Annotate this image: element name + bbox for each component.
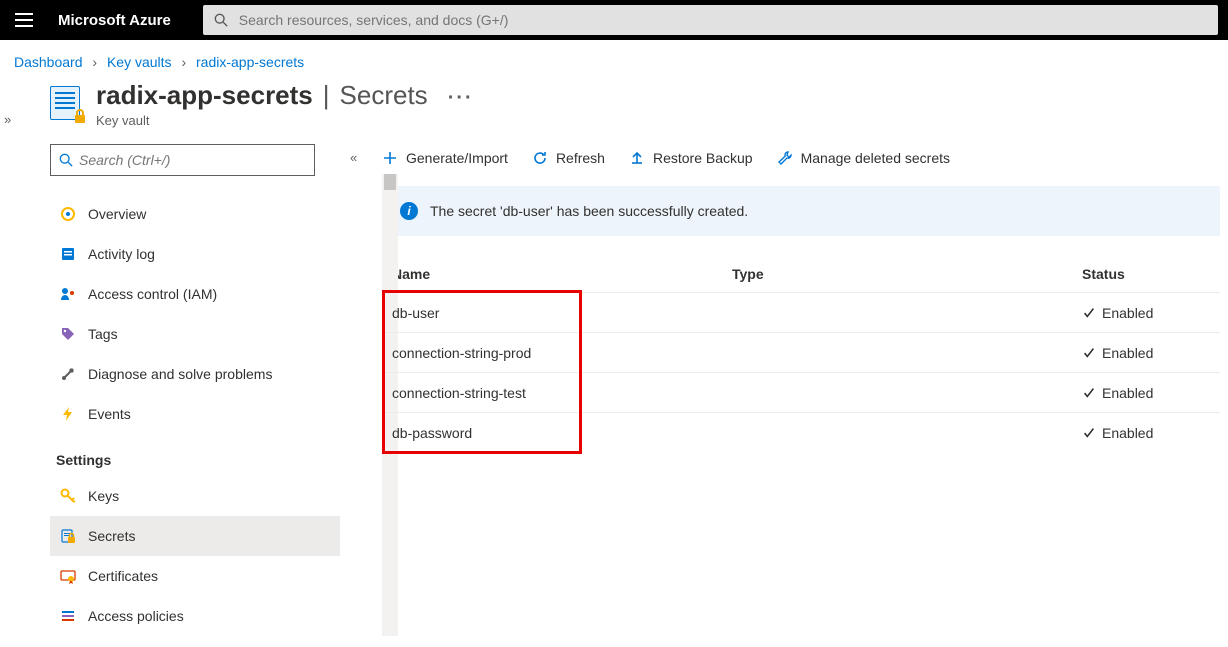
breadcrumb-current[interactable]: radix-app-secrets bbox=[196, 54, 304, 70]
toolbar: Generate/Import Refresh Restore Backup M… bbox=[382, 144, 1220, 180]
table-row[interactable]: db-user Enabled bbox=[382, 292, 1220, 332]
sidebar-item-diagnose[interactable]: Diagnose and solve problems bbox=[50, 354, 340, 394]
chevron-right-icon: › bbox=[92, 54, 97, 70]
global-search[interactable] bbox=[203, 5, 1218, 35]
success-notification: i The secret 'db-user' has been successf… bbox=[382, 186, 1220, 236]
keyvault-icon bbox=[50, 86, 84, 120]
chevron-right-icon: › bbox=[181, 54, 186, 70]
toolbar-label: Restore Backup bbox=[653, 150, 753, 166]
breadcrumb-keyvaults[interactable]: Key vaults bbox=[107, 54, 172, 70]
expand-left-panel-button[interactable]: » bbox=[4, 112, 11, 127]
sidebar-search-input[interactable] bbox=[79, 152, 306, 168]
plus-icon bbox=[382, 150, 398, 166]
activity-log-icon bbox=[56, 246, 80, 262]
sidebar-item-label: Access policies bbox=[88, 608, 184, 624]
secret-status: Enabled bbox=[1082, 425, 1220, 441]
notification-message: The secret 'db-user' has been successful… bbox=[430, 203, 748, 219]
breadcrumb-dashboard[interactable]: Dashboard bbox=[14, 54, 83, 70]
page-subtitle: Key vault bbox=[96, 113, 474, 128]
secrets-icon bbox=[56, 528, 80, 544]
secret-name: connection-string-prod bbox=[382, 345, 732, 361]
hamburger-menu-button[interactable] bbox=[0, 0, 48, 40]
secret-status: Enabled bbox=[1082, 345, 1220, 361]
overview-icon bbox=[56, 206, 80, 222]
sidebar-item-keys[interactable]: Keys bbox=[50, 476, 340, 516]
sidebar-item-label: Activity log bbox=[88, 246, 155, 262]
page-title: radix-app-secrets bbox=[96, 80, 313, 111]
column-header-type[interactable]: Type bbox=[732, 266, 1082, 282]
sidebar-item-label: Secrets bbox=[88, 528, 135, 544]
sidebar-section-settings: Settings bbox=[50, 434, 340, 476]
sidebar-item-label: Access control (IAM) bbox=[88, 286, 217, 302]
toolbar-label: Refresh bbox=[556, 150, 605, 166]
sidebar-item-label: Certificates bbox=[88, 568, 158, 584]
keys-icon bbox=[56, 488, 80, 504]
secret-name: connection-string-test bbox=[382, 385, 732, 401]
check-icon bbox=[1082, 426, 1096, 440]
sidebar-item-activity-log[interactable]: Activity log bbox=[50, 234, 340, 274]
sidebar: « Overview Activity log Access control (… bbox=[50, 144, 340, 636]
lock-icon bbox=[72, 108, 88, 124]
info-icon: i bbox=[400, 202, 418, 220]
sidebar-item-label: Keys bbox=[88, 488, 119, 504]
hamburger-icon bbox=[15, 13, 33, 27]
table-body: db-user Enabled connection-string-prod Enab… bbox=[382, 292, 1220, 452]
refresh-icon bbox=[532, 150, 548, 166]
toolbar-label: Generate/Import bbox=[406, 150, 508, 166]
search-icon bbox=[203, 13, 239, 27]
sidebar-item-overview[interactable]: Overview bbox=[50, 194, 340, 234]
check-icon bbox=[1082, 306, 1096, 320]
secret-name: db-user bbox=[382, 305, 732, 321]
sidebar-search[interactable] bbox=[50, 144, 315, 176]
wrench-icon bbox=[777, 150, 793, 166]
collapse-sidebar-button[interactable]: « bbox=[350, 150, 357, 165]
sidebar-item-label: Tags bbox=[88, 326, 118, 342]
check-icon bbox=[1082, 346, 1096, 360]
table-header: Name Type Status bbox=[382, 256, 1220, 292]
check-icon bbox=[1082, 386, 1096, 400]
table-row[interactable]: connection-string-prod Enabled bbox=[382, 332, 1220, 372]
secret-status: Enabled bbox=[1082, 305, 1220, 321]
column-header-name[interactable]: Name bbox=[382, 266, 732, 282]
sidebar-item-tags[interactable]: Tags bbox=[50, 314, 340, 354]
secret-status: Enabled bbox=[1082, 385, 1220, 401]
sidebar-item-label: Overview bbox=[88, 206, 146, 222]
diagnose-icon bbox=[56, 366, 80, 382]
page-section: Secrets bbox=[340, 80, 428, 111]
search-icon bbox=[59, 153, 73, 167]
sidebar-item-certificates[interactable]: Certificates bbox=[50, 556, 340, 596]
toolbar-label: Manage deleted secrets bbox=[801, 150, 950, 166]
sidebar-nav: Overview Activity log Access control (IA… bbox=[50, 194, 340, 636]
access-policies-icon bbox=[56, 608, 80, 624]
sidebar-item-access-policies[interactable]: Access policies bbox=[50, 596, 340, 636]
certificates-icon bbox=[56, 568, 80, 584]
sidebar-item-iam[interactable]: Access control (IAM) bbox=[50, 274, 340, 314]
upload-icon bbox=[629, 150, 645, 166]
column-header-status[interactable]: Status bbox=[1082, 266, 1220, 282]
page-header: radix-app-secrets | Secrets ··· Key vaul… bbox=[0, 76, 1228, 144]
generate-import-button[interactable]: Generate/Import bbox=[382, 150, 508, 166]
breadcrumb: Dashboard › Key vaults › radix-app-secre… bbox=[0, 40, 1228, 76]
global-search-input[interactable] bbox=[239, 12, 1218, 28]
top-bar: Microsoft Azure bbox=[0, 0, 1228, 40]
sidebar-item-label: Diagnose and solve problems bbox=[88, 366, 272, 382]
secret-name: db-password bbox=[382, 425, 732, 441]
tags-icon bbox=[56, 326, 80, 342]
refresh-button[interactable]: Refresh bbox=[532, 150, 605, 166]
restore-backup-button[interactable]: Restore Backup bbox=[629, 150, 753, 166]
table-row[interactable]: db-password Enabled bbox=[382, 412, 1220, 452]
sidebar-item-label: Events bbox=[88, 406, 131, 422]
table-row[interactable]: connection-string-test Enabled bbox=[382, 372, 1220, 412]
iam-icon bbox=[56, 286, 80, 302]
main-content: Generate/Import Refresh Restore Backup M… bbox=[340, 144, 1228, 636]
events-icon bbox=[56, 406, 80, 422]
brand-label: Microsoft Azure bbox=[48, 12, 191, 29]
sidebar-item-secrets[interactable]: Secrets bbox=[50, 516, 340, 556]
more-actions-button[interactable]: ··· bbox=[448, 87, 474, 110]
sidebar-item-events[interactable]: Events bbox=[50, 394, 340, 434]
manage-deleted-button[interactable]: Manage deleted secrets bbox=[777, 150, 950, 166]
